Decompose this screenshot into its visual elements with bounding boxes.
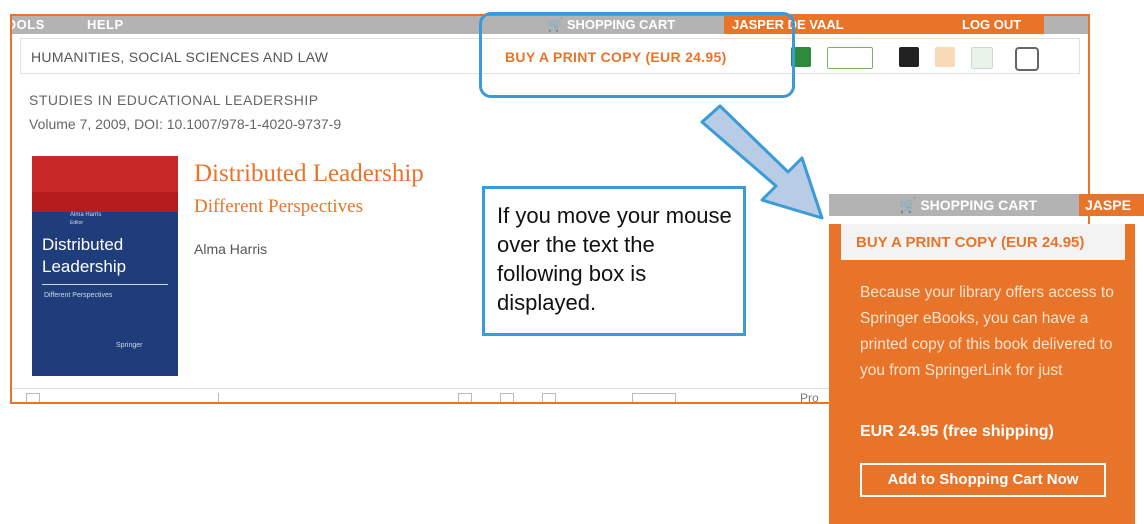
cover-band-secondary bbox=[32, 192, 178, 212]
instruction-callout: If you move your mouse over the text the… bbox=[482, 186, 746, 336]
page-input[interactable] bbox=[632, 393, 676, 402]
nav-help[interactable]: HELP bbox=[87, 16, 124, 34]
cover-band bbox=[32, 156, 178, 192]
view-list-icon[interactable] bbox=[500, 393, 514, 402]
book-subtitle: Different Perspectives bbox=[194, 196, 364, 217]
popup-description: Because your library offers access to Sp… bbox=[860, 284, 1114, 379]
pro-label: Pro bbox=[800, 391, 819, 404]
checkbox-icon[interactable] bbox=[542, 393, 556, 402]
save-icon[interactable] bbox=[899, 47, 919, 67]
subject-link[interactable]: HUMANITIES, SOCIAL SCIENCES AND LAW bbox=[31, 49, 328, 65]
popup-topbar: 🛒 SHOPPING CART JASPE bbox=[829, 194, 1144, 216]
toc-icon[interactable] bbox=[26, 393, 40, 402]
view-icon[interactable] bbox=[458, 393, 472, 402]
popup-price: EUR 24.95 (free shipping) bbox=[860, 423, 1054, 440]
reader-icon[interactable] bbox=[827, 47, 873, 69]
print-icon[interactable] bbox=[1015, 47, 1039, 71]
popup-cart-label: SHOPPING CART bbox=[920, 197, 1038, 213]
cover-editor-role: Editor bbox=[70, 220, 84, 226]
logout-link[interactable]: LOG OUT bbox=[962, 16, 1021, 34]
cover-title: Distributed Leadership bbox=[42, 235, 127, 276]
popup-user: JASPE bbox=[1079, 194, 1144, 216]
book-title: Distributed Leadership bbox=[194, 160, 424, 187]
popup-buy-label[interactable]: BUY A PRINT COPY (EUR 24.95) bbox=[856, 234, 1084, 251]
cover-tag: Different Perspectives bbox=[44, 292, 113, 299]
buy-link-highlight bbox=[479, 12, 795, 98]
callout-text: If you move your mouse over the text the… bbox=[497, 203, 732, 315]
book-author[interactable]: Alma Harris bbox=[194, 241, 267, 257]
series-title[interactable]: STUDIES IN EDUCATIONAL LEADERSHIP bbox=[29, 92, 319, 108]
volume-doi: Volume 7, 2009, DOI: 10.1007/978-1-4020-… bbox=[29, 116, 342, 132]
print-copy-popup: 🛒 SHOPPING CART JASPE BUY A PRINT COPY (… bbox=[829, 190, 1144, 524]
nav-tools[interactable]: OOLS bbox=[12, 16, 45, 34]
export-icon[interactable] bbox=[971, 47, 993, 69]
book-cover[interactable]: Alma Harris Editor Distributed Leadershi… bbox=[32, 156, 178, 376]
popup-cart-link[interactable]: 🛒 SHOPPING CART bbox=[899, 194, 1037, 216]
cover-publisher: Springer bbox=[116, 342, 143, 349]
rss-icon[interactable] bbox=[935, 47, 955, 67]
sort-icon[interactable] bbox=[218, 393, 231, 402]
cover-rule bbox=[42, 284, 168, 285]
cart-icon: 🛒 bbox=[899, 197, 921, 213]
add-to-cart-button[interactable]: Add to Shopping Cart Now bbox=[860, 463, 1106, 497]
cover-editor: Alma Harris bbox=[70, 212, 102, 218]
